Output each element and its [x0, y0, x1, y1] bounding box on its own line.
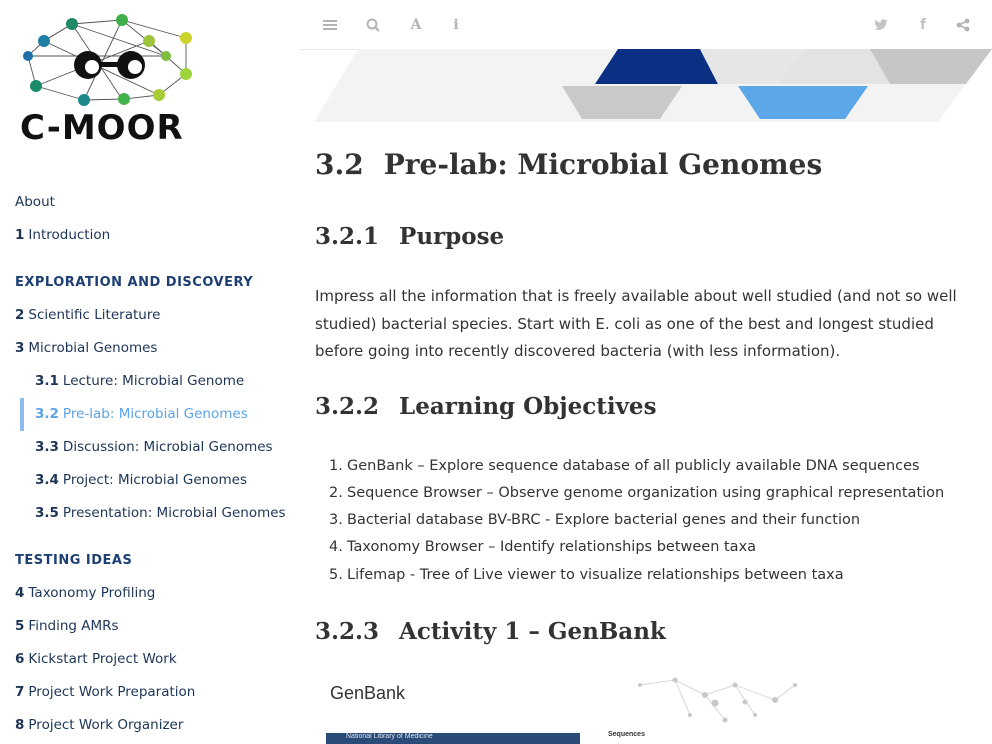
sidebar-item-number: 7 — [15, 684, 25, 700]
objective-text: Bacterial database BV-BRC - Explore bact… — [347, 512, 861, 528]
purpose-heading: 3.2.1 Purpose — [315, 223, 504, 250]
sidebar-item-label: Project Work Organizer — [28, 717, 184, 733]
sidebar-item-label: Taxonomy Profiling — [28, 585, 156, 601]
sidebar-item-number: 3 — [15, 340, 25, 356]
sidebar-item-presentation[interactable]: 3.5 Presentation: Microbial Genomes — [35, 505, 286, 521]
sidebar-item-label: Lecture: Microbial Genome — [62, 373, 245, 389]
sidebar-item-number: 3.2 — [35, 406, 59, 422]
sidebar-item-label: Microbial Genomes — [28, 340, 158, 356]
sidebar-item-label: Introduction — [28, 227, 111, 243]
sidebar-item-label: Scientific Literature — [28, 307, 161, 323]
sidebar-item-project[interactable]: 3.4 Project: Microbial Genomes — [35, 472, 247, 488]
subsection-number: 3.2.3 — [315, 618, 380, 645]
sidebar-item-number: 4 — [15, 585, 25, 601]
activity-heading: 3.2.3 Activity 1 – GenBank — [315, 618, 666, 645]
sidebar-item-label: Pre-lab: Microbial Genomes — [62, 406, 248, 422]
toggle-sidebar-button[interactable] — [319, 14, 341, 36]
book-toolbar: A i f — [300, 0, 992, 50]
sidebar-item-about[interactable]: About — [15, 194, 55, 210]
sidebar-item-label: Kickstart Project Work — [28, 651, 177, 667]
sidebar-item-number: 1 — [15, 227, 25, 243]
sidebar-item-number: 8 — [15, 717, 25, 733]
search-icon — [366, 18, 380, 32]
ncbi-header-text: National Library of Medicine — [346, 733, 433, 740]
ncbi-header-bar: National Library of Medicine — [326, 733, 580, 744]
subsection-number: 3.2.1 — [315, 223, 380, 250]
objective-text: Lifemap - Tree of Live viewer to visuali… — [347, 567, 844, 583]
active-item-indicator — [20, 398, 24, 431]
subsection-title: Activity 1 – GenBank — [399, 618, 666, 645]
sidebar: C-MOOR About 1 Introduction EXPLORATION A… — [0, 0, 300, 744]
objective-item: 4. Taxonomy Browser – Identify relationsh… — [329, 539, 757, 555]
genbank-screenshot-figure: GenBank National Library of Medicine Seq… — [325, 675, 825, 744]
twitter-share-button[interactable] — [870, 14, 892, 36]
sidebar-item-scientific-literature[interactable]: 2 Scientific Literature — [15, 307, 160, 323]
facebook-share-button[interactable]: f — [912, 14, 934, 36]
chapter-banner — [300, 49, 992, 124]
sequences-label: Sequences — [608, 731, 645, 738]
sidebar-item-number: 3.4 — [35, 472, 59, 488]
objectives-heading: 3.2.2 Learning Objectives — [315, 393, 657, 420]
objective-item: 5. Lifemap - Tree of Live viewer to visua… — [329, 567, 844, 583]
sidebar-item-label: Finding AMRs — [28, 618, 119, 634]
sidebar-item-project-organizer[interactable]: 8 Project Work Organizer — [15, 717, 183, 733]
share-button[interactable] — [952, 14, 974, 36]
facebook-icon: f — [919, 17, 927, 33]
objective-item: 2. Sequence Browser – Observe genome orga… — [329, 485, 945, 501]
objective-text: GenBank – Explore sequence database of a… — [347, 458, 920, 474]
info-button[interactable]: i — [445, 14, 467, 36]
sidebar-part-exploration: EXPLORATION AND DISCOVERY — [15, 275, 254, 290]
search-button[interactable] — [362, 14, 384, 36]
objective-text: Sequence Browser – Observe genome organi… — [347, 485, 945, 501]
sidebar-item-label: Project Work Preparation — [28, 684, 196, 700]
sidebar-item-introduction[interactable]: 1 Introduction — [15, 227, 110, 243]
network-illustration-icon — [638, 677, 797, 723]
decorative-banner-shapes — [314, 49, 992, 122]
sidebar-item-finding-amrs[interactable]: 5 Finding AMRs — [15, 618, 119, 634]
sidebar-item-project-preparation[interactable]: 7 Project Work Preparation — [15, 684, 195, 700]
network-logo-icon — [23, 14, 192, 106]
subsection-title: Learning Objectives — [399, 393, 657, 420]
sidebar-item-number: 5 — [15, 618, 25, 634]
font-settings-button[interactable]: A — [405, 14, 427, 36]
objective-text: Taxonomy Browser – Identify relationship… — [347, 539, 757, 555]
sidebar-item-number: 3.3 — [35, 439, 59, 455]
objective-item: 3. Bacterial database BV-BRC - Explore ba… — [329, 512, 861, 528]
section-title: Pre-lab: Microbial Genomes — [383, 148, 823, 181]
sidebar-item-number: 6 — [15, 651, 25, 667]
menu-icon — [323, 20, 337, 30]
sidebar-item-prelab[interactable]: 3.2 Pre-lab: Microbial Genomes — [35, 406, 248, 422]
font-icon: A — [410, 17, 422, 33]
sidebar-item-taxonomy-profiling[interactable]: 4 Taxonomy Profiling — [15, 585, 155, 601]
sidebar-item-number: 2 — [15, 307, 25, 323]
sidebar-item-number: 3.1 — [35, 373, 59, 389]
sidebar-item-label: Project: Microbial Genomes — [62, 472, 247, 488]
share-icon — [956, 18, 970, 32]
section-number: 3.2 — [315, 148, 364, 181]
section-heading: 3.2 Pre-lab: Microbial Genomes — [315, 148, 822, 181]
sidebar-item-discussion[interactable]: 3.3 Discussion: Microbial Genomes — [35, 439, 273, 455]
subsection-title: Purpose — [399, 223, 505, 250]
figure-title: GenBank — [330, 683, 406, 703]
sidebar-item-number: 3.5 — [35, 505, 59, 521]
info-icon: i — [453, 17, 459, 33]
twitter-icon — [874, 19, 888, 31]
sidebar-item-label: Discussion: Microbial Genomes — [62, 439, 273, 455]
subsection-number: 3.2.2 — [315, 393, 380, 420]
sidebar-item-kickstart[interactable]: 6 Kickstart Project Work — [15, 651, 177, 667]
sidebar-item-label: About — [15, 194, 55, 210]
sidebar-item-label: Presentation: Microbial Genomes — [62, 505, 286, 521]
sidebar-item-lecture[interactable]: 3.1 Lecture: Microbial Genome — [35, 373, 244, 389]
logo-wordmark: C-MOOR — [20, 108, 184, 148]
objective-item: 1. GenBank – Explore sequence database of… — [329, 458, 920, 474]
purpose-paragraph: Impress all the information that is free… — [315, 287, 957, 360]
sidebar-part-testing-ideas: TESTING IDEAS — [15, 553, 133, 568]
sidebar-item-microbial-genomes[interactable]: 3 Microbial Genomes — [15, 340, 157, 356]
